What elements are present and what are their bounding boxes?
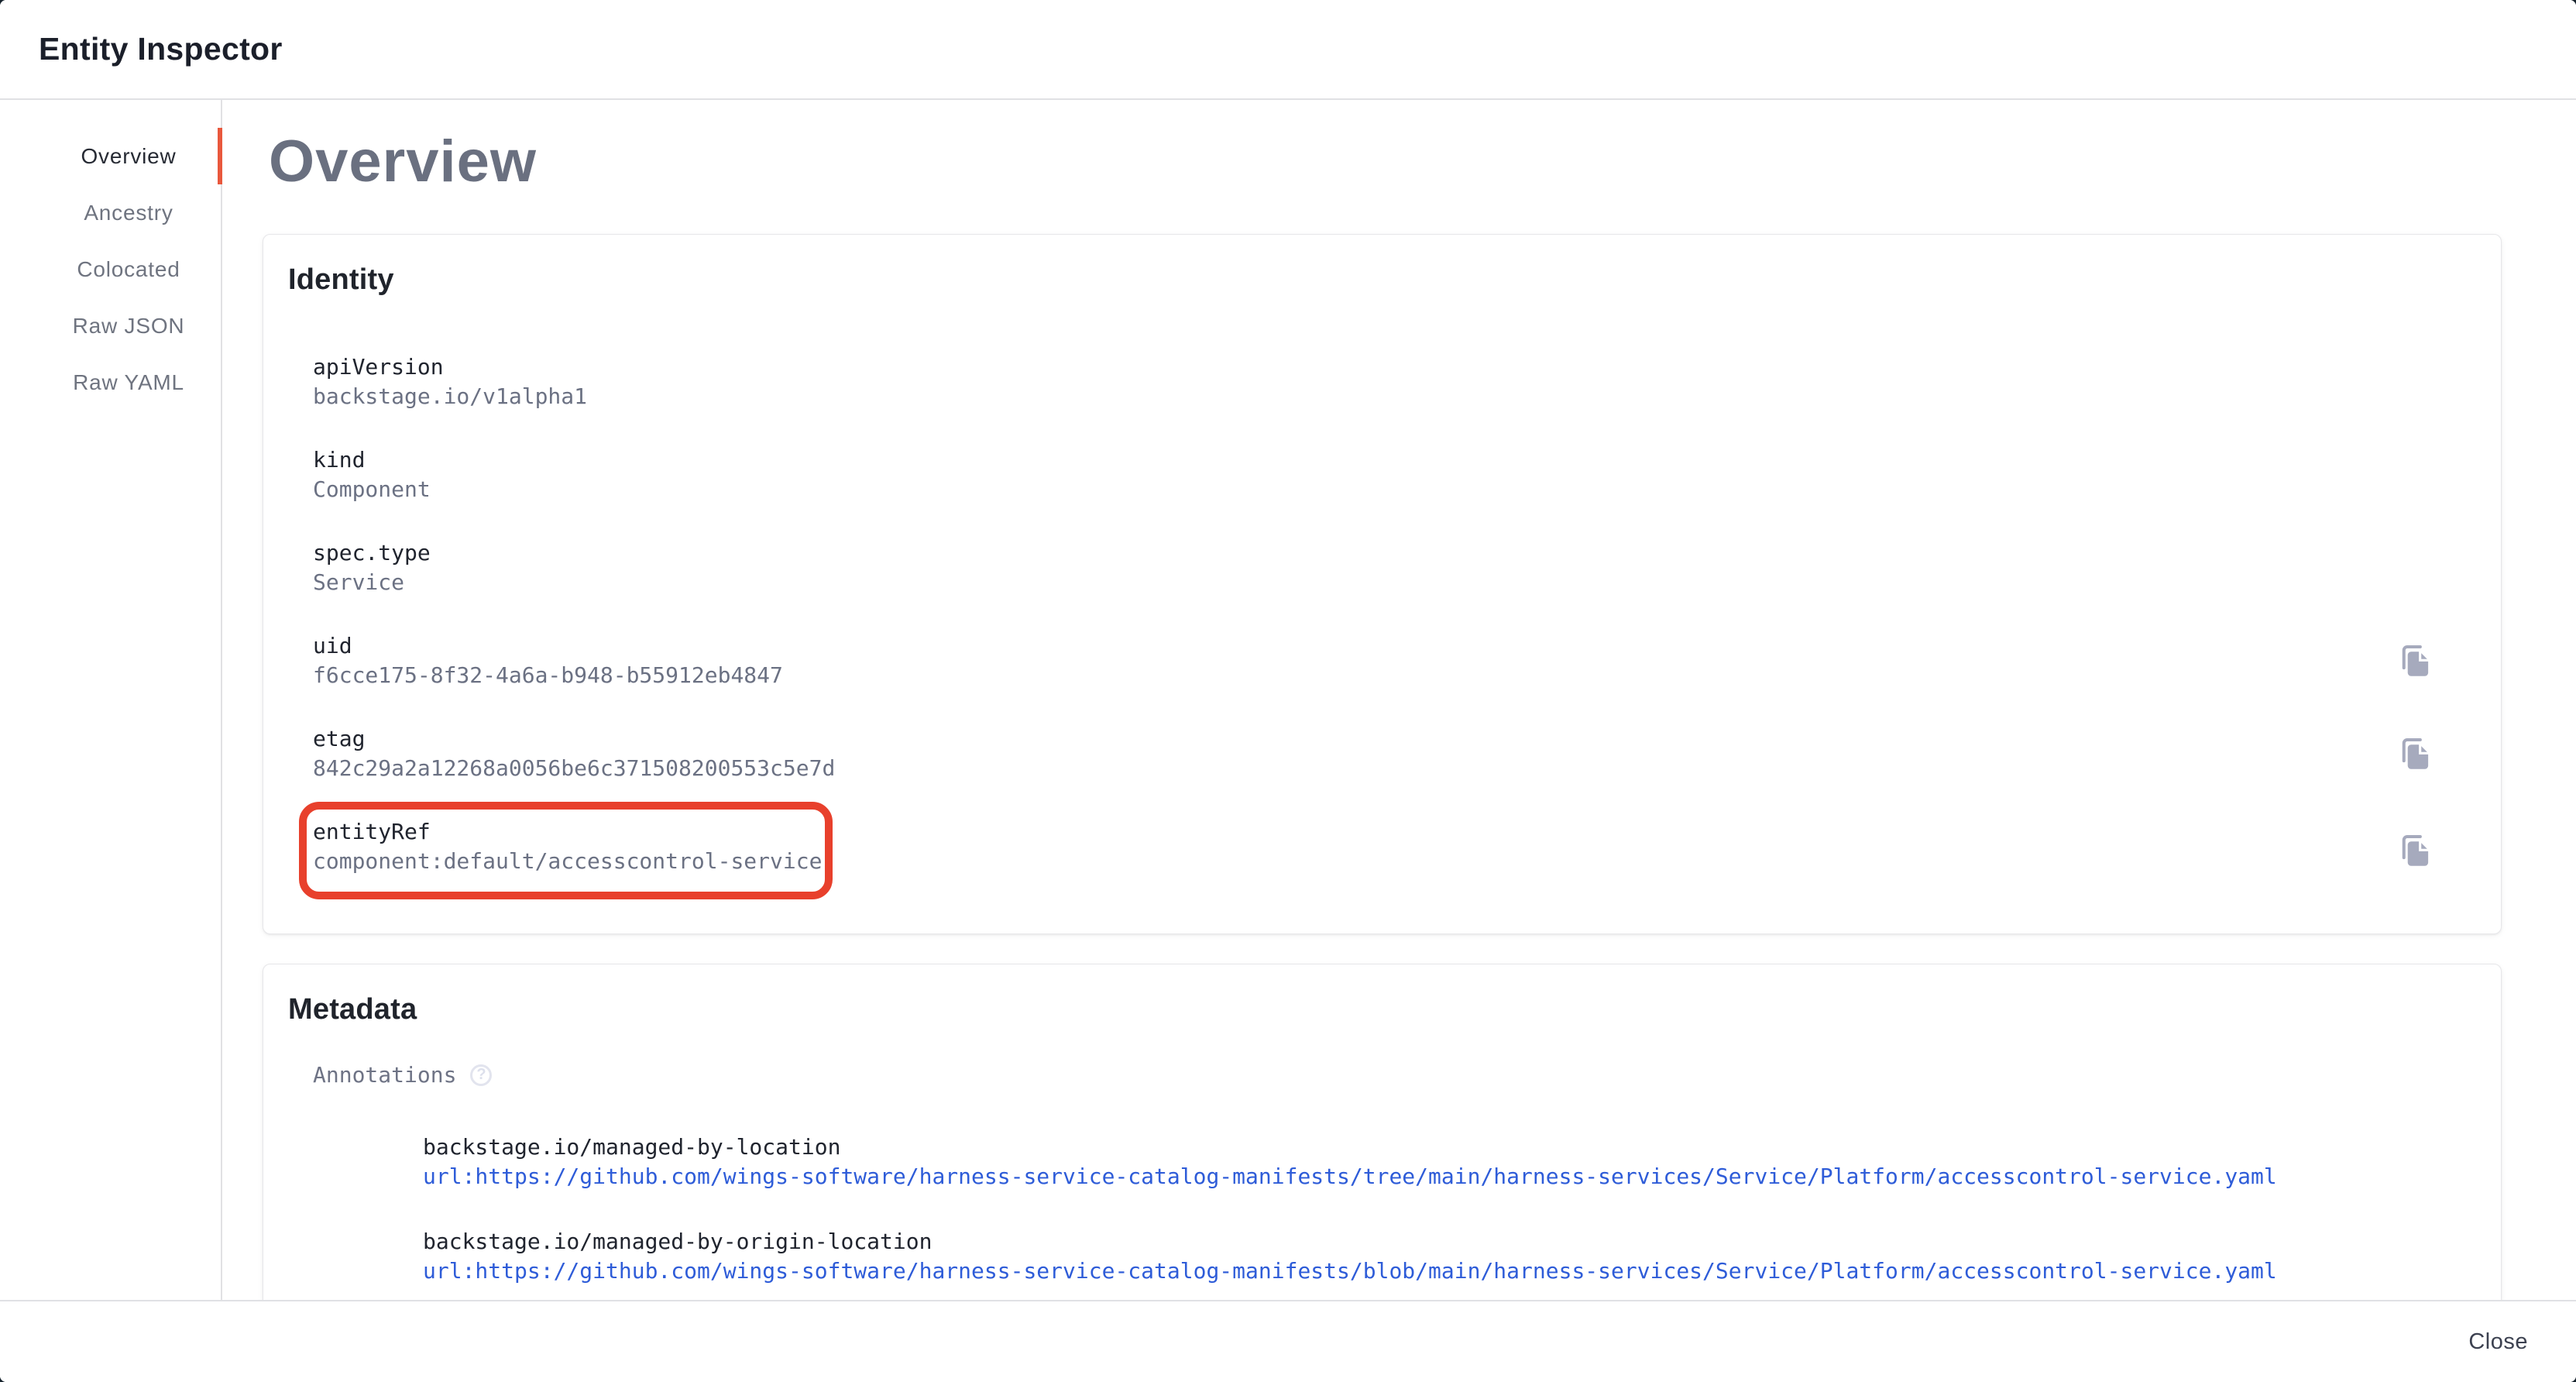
field-label: kind [313, 445, 2476, 475]
copy-entityref-button[interactable] [2399, 834, 2433, 868]
entity-inspector-modal: Entity Inspector Overview Ancestry Coloc… [0, 0, 2576, 1382]
copy-etag-button[interactable] [2399, 737, 2433, 771]
field-kind: kind Component [313, 445, 2476, 504]
annotation-key: backstage.io/managed-by-location [423, 1133, 2476, 1162]
tab-overview[interactable]: Overview [0, 128, 221, 184]
field-label: etag [313, 724, 835, 754]
tab-label: Overview [81, 144, 176, 169]
tab-ancestry[interactable]: Ancestry [0, 184, 221, 241]
metadata-card: Metadata Annotations ? backstage.io/mana… [263, 964, 2502, 1300]
identity-card-title: Identity [288, 261, 2476, 298]
modal-header: Entity Inspector [0, 0, 2576, 100]
modal-footer: Close [0, 1300, 2576, 1382]
tab-raw-json[interactable]: Raw JSON [0, 297, 221, 354]
annotation-entry: backstage.io/managed-by-origin-location … [423, 1227, 2476, 1286]
field-value: component:default/accesscontrol-service [313, 847, 822, 876]
field-label: apiVersion [313, 352, 2476, 382]
field-spec-type: spec.type Service [313, 538, 2476, 597]
field-etag: etag 842c29a2a12268a0056be6c371508200553… [313, 724, 2476, 783]
tab-raw-yaml[interactable]: Raw YAML [0, 354, 221, 411]
copy-icon [2399, 644, 2433, 678]
active-tab-indicator [218, 128, 222, 184]
tab-panel-overview: Overview Identity apiVersion backstage.i… [222, 100, 2576, 1300]
field-label: entityRef [313, 817, 822, 847]
field-apiversion: apiVersion backstage.io/v1alpha1 [313, 352, 2476, 411]
field-uid: uid f6cce175-8f32-4a6a-b948-b55912eb4847 [313, 631, 2476, 690]
field-value: 842c29a2a12268a0056be6c371508200553c5e7d [313, 754, 835, 783]
copy-icon [2399, 834, 2433, 868]
annotations-header: Annotations ? [313, 1062, 2476, 1088]
close-button[interactable]: Close [2451, 1318, 2545, 1366]
field-value: f6cce175-8f32-4a6a-b948-b55912eb4847 [313, 661, 783, 690]
annotation-key: backstage.io/managed-by-origin-location [423, 1227, 2476, 1257]
page-title: Overview [269, 128, 2502, 195]
modal-body: Overview Ancestry Colocated Raw JSON Raw… [0, 100, 2576, 1300]
tab-label: Raw JSON [73, 314, 185, 339]
field-value: backstage.io/v1alpha1 [313, 382, 2476, 411]
annotations-label: Annotations [313, 1062, 456, 1088]
annotation-link[interactable]: url:https://github.com/wings-software/ha… [423, 1257, 2476, 1286]
tab-label: Raw YAML [73, 370, 184, 395]
sidebar-tabs: Overview Ancestry Colocated Raw JSON Raw… [0, 100, 222, 1300]
copy-icon [2399, 737, 2433, 771]
metadata-card-title: Metadata [288, 991, 2476, 1028]
field-label: uid [313, 631, 783, 661]
annotation-entry: backstage.io/managed-by-location url:htt… [423, 1133, 2476, 1191]
field-value: Component [313, 475, 2476, 504]
copy-uid-button[interactable] [2399, 644, 2433, 678]
tab-colocated[interactable]: Colocated [0, 241, 221, 297]
entityref-highlight-box: entityRef component:default/accesscontro… [299, 802, 833, 899]
field-entityref: entityRef component:default/accesscontro… [313, 802, 2476, 899]
field-label: spec.type [313, 538, 2476, 568]
modal-title: Entity Inspector [39, 31, 283, 67]
identity-card: Identity apiVersion backstage.io/v1alpha… [263, 234, 2502, 934]
tab-label: Colocated [77, 257, 180, 282]
field-value: Service [313, 568, 2476, 597]
identity-fields: apiVersion backstage.io/v1alpha1 kind Co… [313, 352, 2476, 899]
annotation-link[interactable]: url:https://github.com/wings-software/ha… [423, 1162, 2476, 1191]
help-icon[interactable]: ? [470, 1064, 492, 1086]
tab-label: Ancestry [84, 201, 173, 225]
annotations-list: backstage.io/managed-by-location url:htt… [423, 1133, 2476, 1286]
